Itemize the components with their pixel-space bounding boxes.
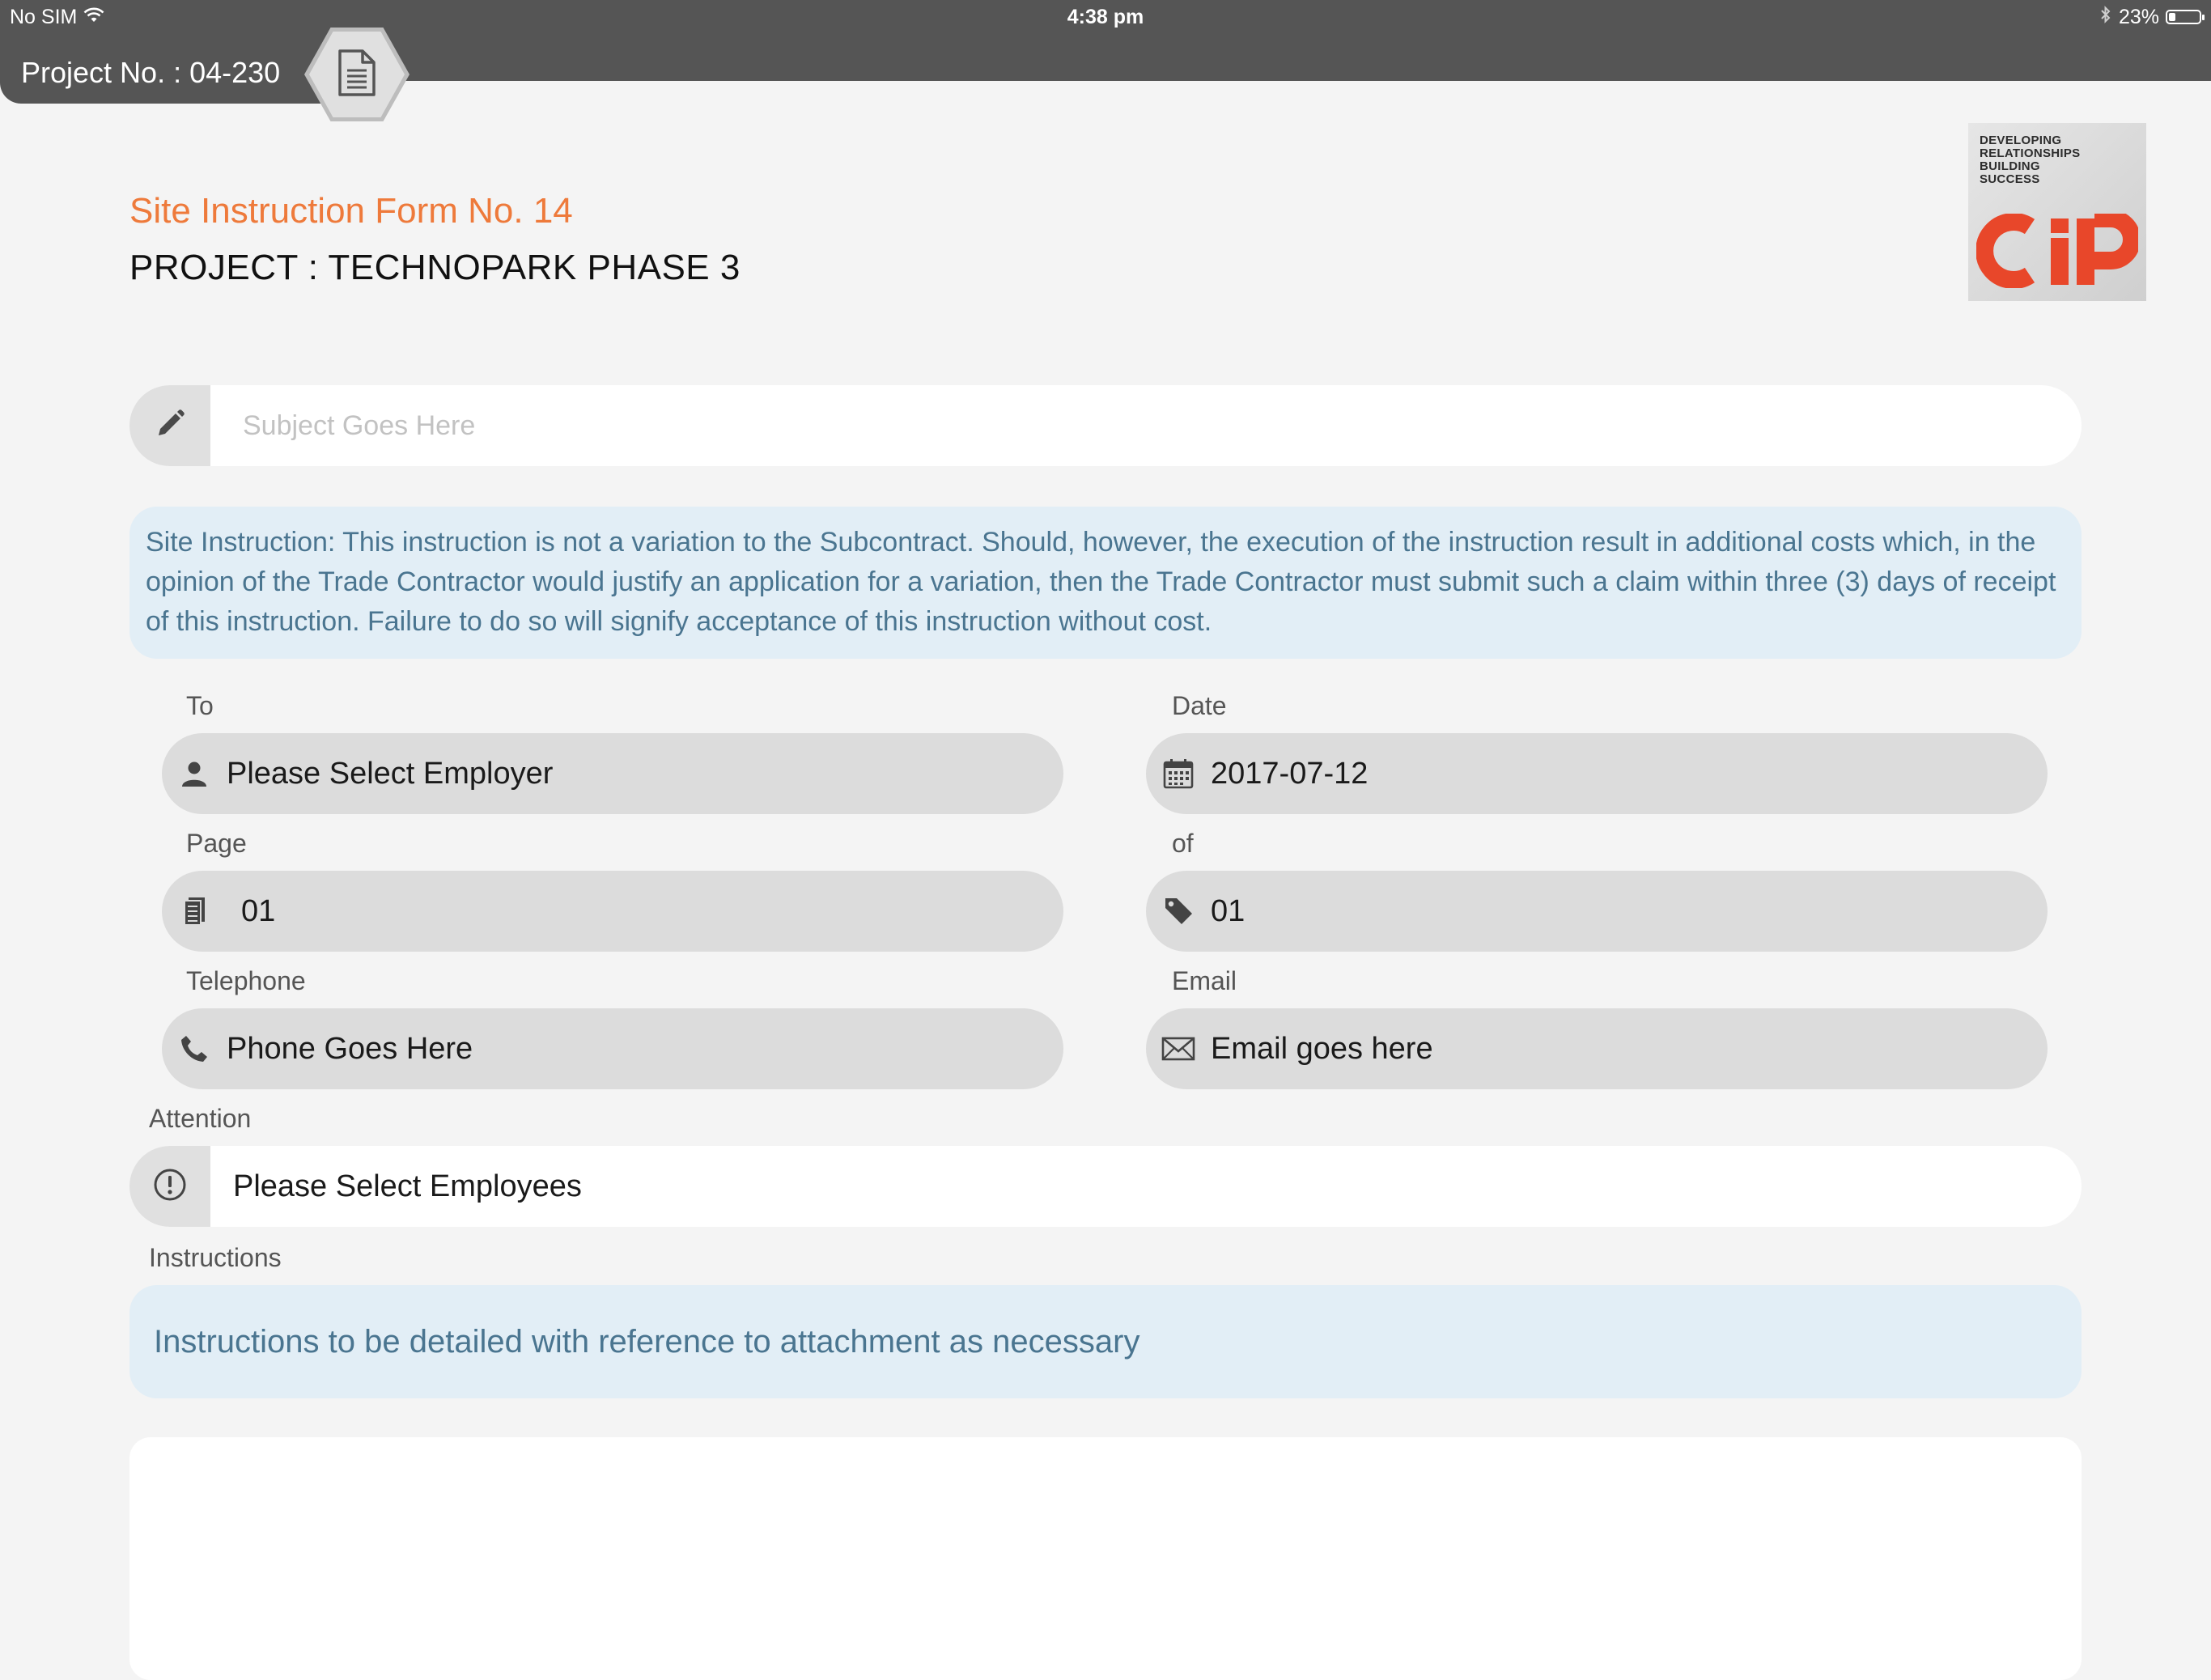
document-icon <box>337 48 377 102</box>
date-field[interactable]: 2017-07-12 <box>1146 733 2048 814</box>
pages-icon <box>176 893 212 929</box>
attention-value: Please Select Employees <box>233 1169 582 1203</box>
bluetooth-icon <box>2099 5 2112 30</box>
notice-text: Site Instruction: This instruction is no… <box>146 527 2056 637</box>
calendar-icon <box>1161 756 1196 791</box>
instructions-box: Instructions to be detailed with referen… <box>129 1285 2082 1398</box>
attention-icon-cell <box>129 1146 210 1227</box>
telephone-value: Phone Goes Here <box>227 1032 473 1066</box>
phone-icon <box>176 1031 212 1067</box>
subject-field[interactable]: Subject Goes Here <box>129 385 2082 466</box>
attention-field[interactable]: Please Select Employees <box>129 1146 2082 1227</box>
instructions-detail-area[interactable] <box>129 1437 2082 1680</box>
page-label: Page <box>186 829 247 858</box>
of-field[interactable]: 01 <box>1146 871 2048 952</box>
telephone-field[interactable]: Phone Goes Here <box>162 1008 1063 1089</box>
person-icon <box>176 756 212 791</box>
attention-label: Attention <box>149 1104 252 1133</box>
form-title: Site Instruction Form No. 14 <box>129 191 573 231</box>
to-field[interactable]: Please Select Employer <box>162 733 1063 814</box>
pencil-icon <box>154 408 186 444</box>
telephone-label: Telephone <box>186 966 306 995</box>
logo-tagline: DEVELOPING RELATIONSHIPS BUILDING SUCCES… <box>1980 134 2081 186</box>
project-title: PROJECT : TECHNOPARK PHASE 3 <box>129 248 741 287</box>
status-right: 23% <box>2099 5 2205 30</box>
page-field[interactable]: 01 <box>162 871 1063 952</box>
envelope-icon <box>1161 1031 1196 1067</box>
edit-cell <box>129 385 210 466</box>
email-field[interactable]: Email goes here <box>1146 1008 2048 1089</box>
page-value: 01 <box>241 894 276 928</box>
cip-logo-mark <box>1976 214 2138 288</box>
tag-icon <box>1161 893 1196 929</box>
status-time: 4:38 pm <box>1067 6 1144 28</box>
project-number: Project No. : 04-230 <box>21 56 281 89</box>
battery-icon <box>2166 10 2205 24</box>
date-label: Date <box>1172 691 1227 720</box>
email-value: Email goes here <box>1211 1032 1433 1066</box>
to-value: Please Select Employer <box>227 757 554 791</box>
site-instruction-notice: Site Instruction: This instruction is no… <box>129 507 2082 659</box>
subject-input[interactable]: Subject Goes Here <box>243 385 475 466</box>
to-label: To <box>186 691 214 720</box>
date-value: 2017-07-12 <box>1211 757 1369 791</box>
company-logo: DEVELOPING RELATIONSHIPS BUILDING SUCCES… <box>1968 123 2146 301</box>
alert-circle-icon <box>152 1167 188 1207</box>
instructions-label: Instructions <box>149 1243 282 1272</box>
instructions-text: Instructions to be detailed with referen… <box>154 1324 1140 1360</box>
of-label: of <box>1172 829 1194 858</box>
of-value: 01 <box>1211 894 1246 928</box>
email-label: Email <box>1172 966 1237 995</box>
battery-percent: 23% <box>2118 6 2159 28</box>
